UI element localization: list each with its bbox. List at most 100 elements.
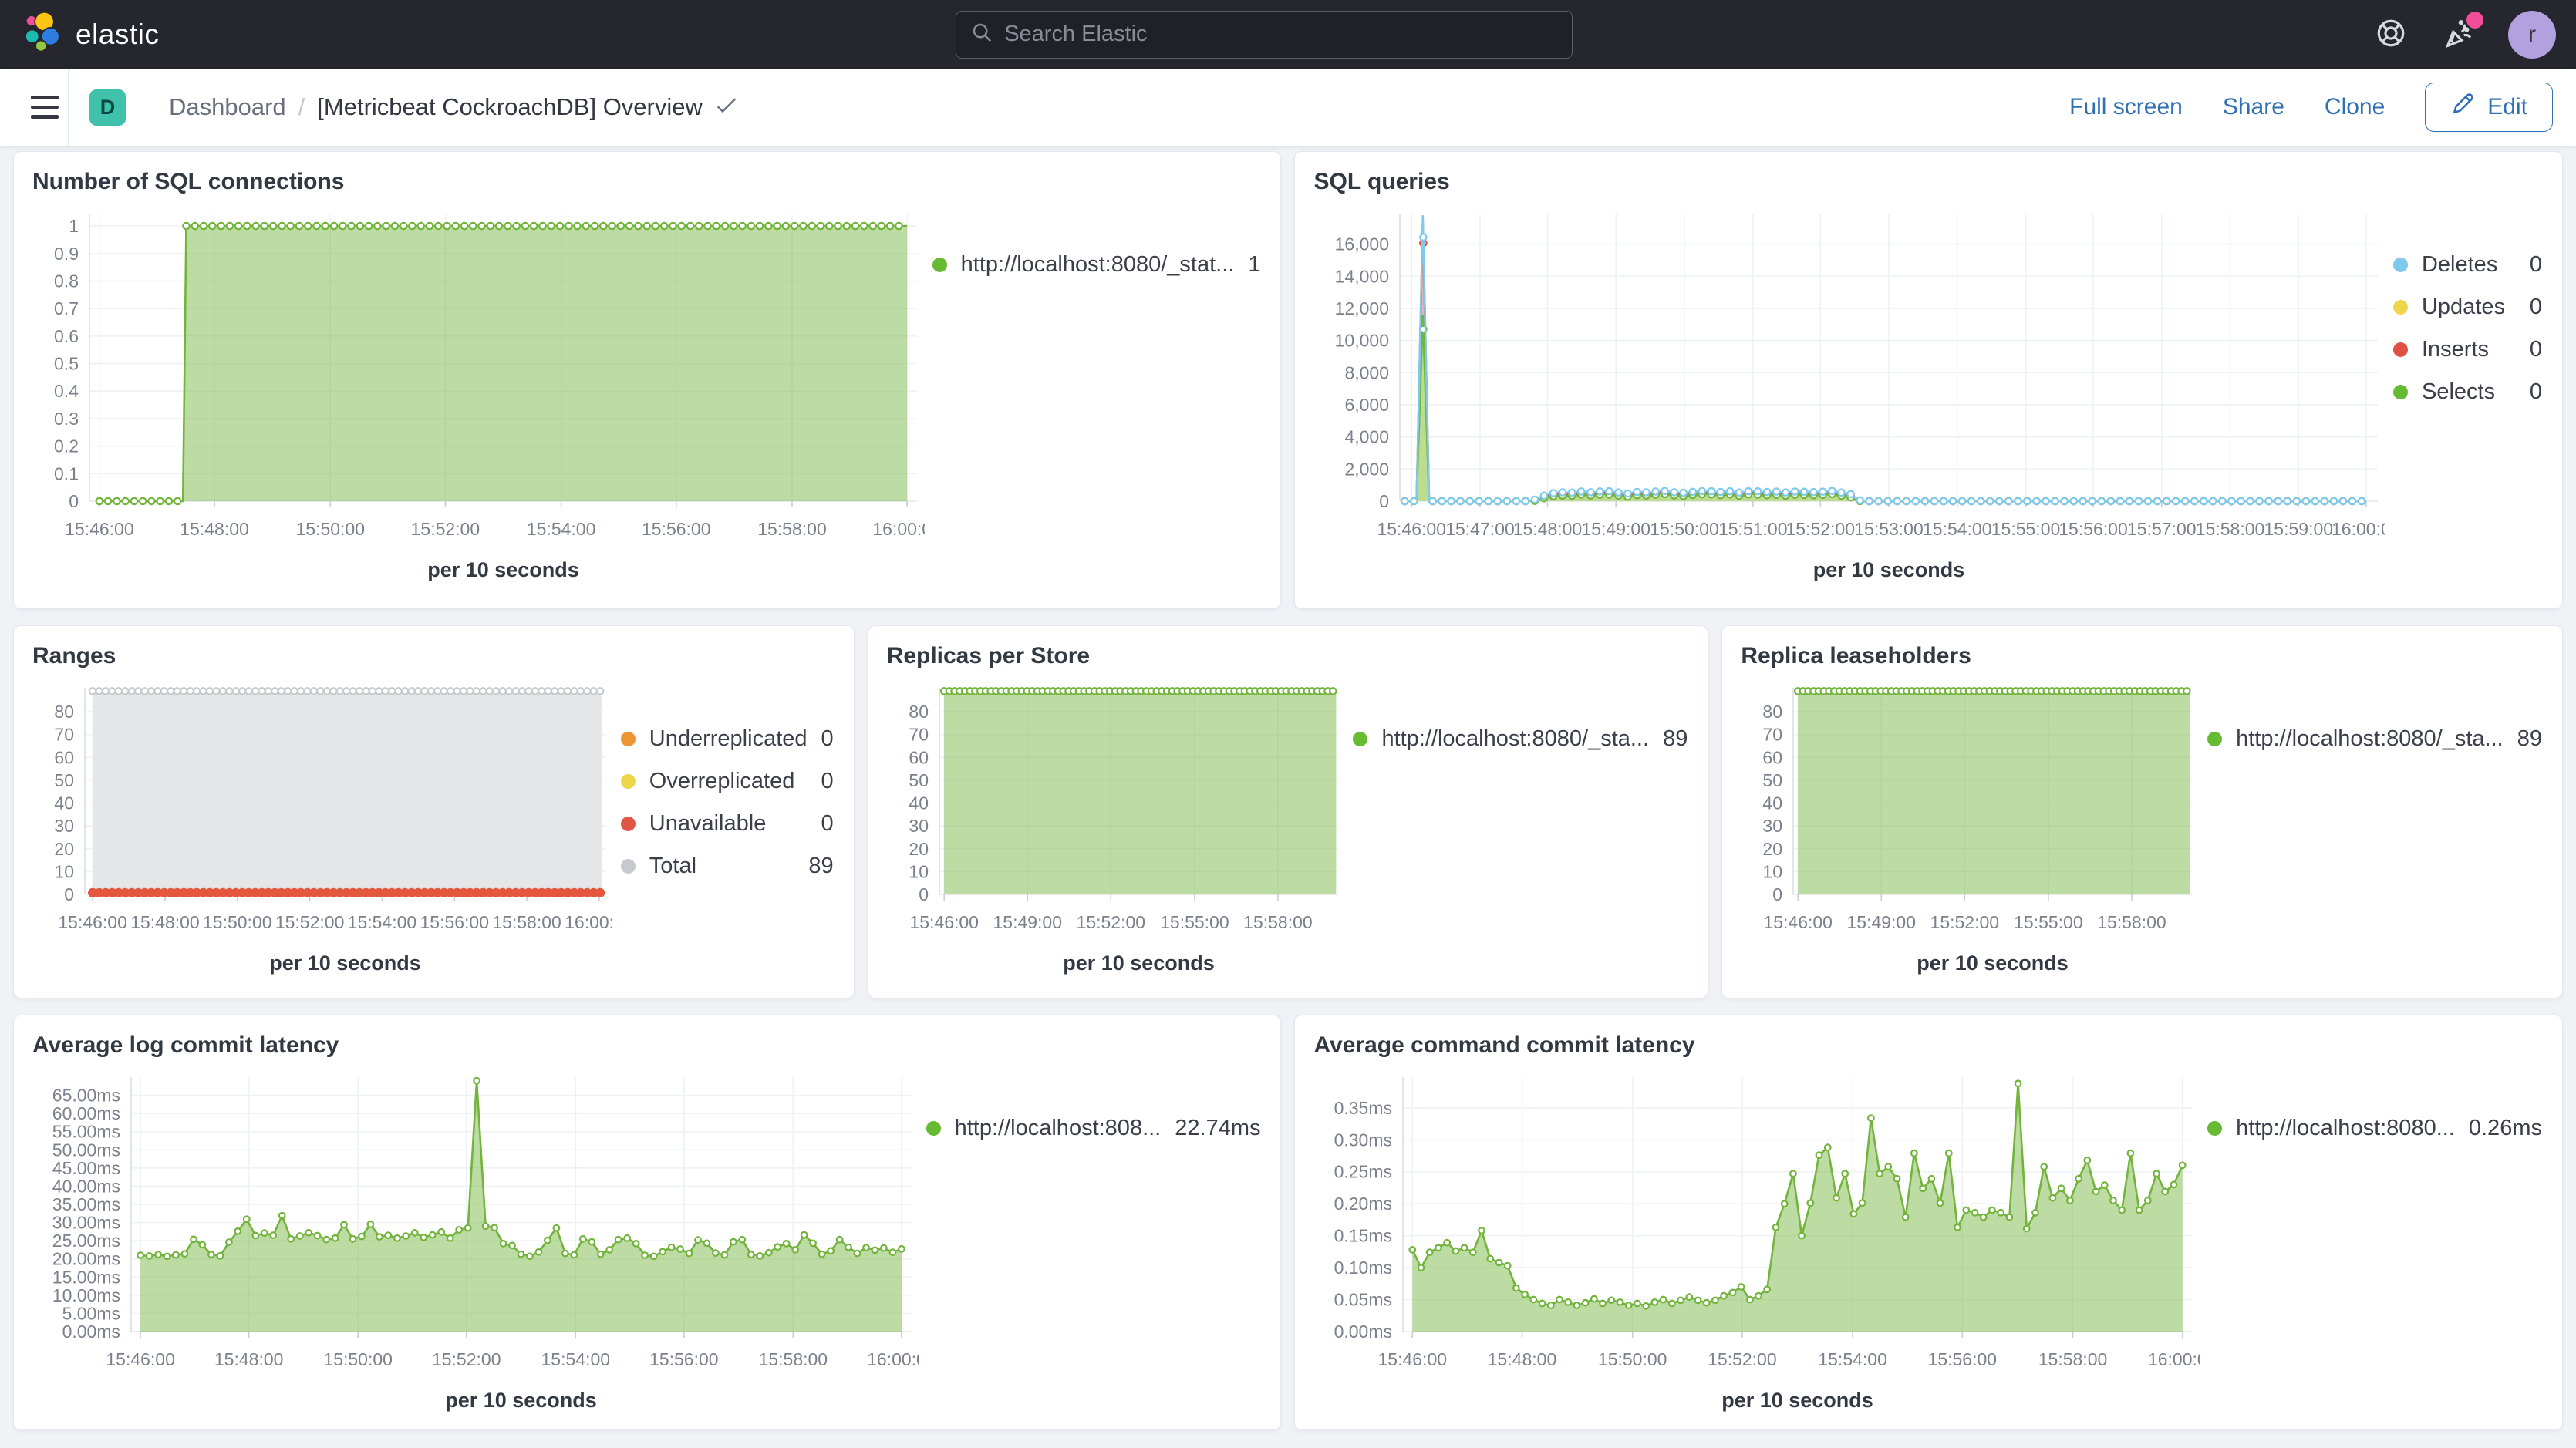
svg-text:0.35ms: 0.35ms [1334, 1098, 1392, 1118]
svg-text:15:46:00: 15:46:00 [65, 519, 134, 539]
chart-replica-leaseholders[interactable]: 0102030405060708015:46:0015:49:0015:52:0… [1741, 677, 2200, 981]
user-avatar[interactable]: r [2508, 11, 2556, 59]
svg-text:15:52:00: 15:52:00 [1076, 912, 1145, 932]
menu-button[interactable] [22, 84, 68, 130]
svg-text:per 10 seconds: per 10 seconds [1722, 1389, 1874, 1412]
svg-text:20: 20 [1763, 839, 1783, 859]
legend-item[interactable]: Overreplicated0 [621, 769, 834, 794]
search-input[interactable] [1004, 22, 1558, 47]
legend-label: http://localhost:8080... [2236, 1116, 2455, 1141]
help-button[interactable] [2369, 13, 2412, 56]
svg-text:15.00ms: 15.00ms [52, 1267, 120, 1287]
legend-dot-icon [621, 774, 636, 789]
svg-text:70: 70 [54, 725, 74, 745]
svg-text:50: 50 [1763, 770, 1783, 790]
space-initial: D [100, 96, 116, 120]
legend-label: http://localhost:808... [955, 1116, 1162, 1141]
svg-text:15:59:00: 15:59:00 [2264, 519, 2334, 539]
svg-text:0.05ms: 0.05ms [1334, 1290, 1392, 1310]
breadcrumb-dashboard-link[interactable]: Dashboard [169, 93, 286, 121]
svg-text:per 10 seconds: per 10 seconds [1917, 951, 2069, 975]
svg-text:0.20ms: 0.20ms [1334, 1194, 1392, 1214]
legend-item[interactable]: Total89 [621, 854, 834, 879]
legend-value: 0 [821, 726, 834, 752]
elastic-logo-link[interactable]: elastic [20, 11, 159, 58]
legend-item[interactable]: http://localhost:808...22.74ms [926, 1116, 1261, 1141]
svg-text:15:55:00: 15:55:00 [1160, 912, 1229, 932]
svg-text:15:48:00: 15:48:00 [180, 519, 249, 539]
clone-button[interactable]: Clone [2325, 94, 2385, 120]
svg-text:30: 30 [54, 816, 74, 836]
legend-dot-icon [2207, 1121, 2222, 1136]
newsfeed-button[interactable] [2439, 13, 2482, 56]
panel-replicas-per-store: Replicas per Store 0102030405060708015:4… [868, 625, 1709, 998]
panel-title: SQL queries [1313, 169, 2544, 195]
full-screen-button[interactable]: Full screen [2069, 94, 2183, 120]
svg-text:15:53:00: 15:53:00 [1855, 519, 1924, 539]
svg-text:15:54:00: 15:54:00 [1819, 1349, 1888, 1369]
legend-label: http://localhost:8080/_stat... [961, 252, 1235, 278]
global-search[interactable] [956, 11, 1573, 59]
legend-dot-icon [621, 732, 636, 746]
svg-text:55.00ms: 55.00ms [52, 1122, 120, 1142]
svg-text:35.00ms: 35.00ms [52, 1194, 120, 1214]
space-selector[interactable]: D [89, 89, 126, 126]
chart-legend: Deletes0 Updates0 Inserts0 Selects0 [2385, 203, 2544, 588]
legend-item[interactable]: Selects0 [2393, 379, 2542, 405]
panel-replica-leaseholders: Replica leaseholders 0102030405060708015… [1721, 625, 2563, 998]
panel-number-of-sql-connections: Number of SQL connections 00.10.20.30.40… [13, 151, 1281, 609]
svg-text:0: 0 [1773, 884, 1783, 904]
chart-ranges[interactable]: 0102030405060708015:46:0015:48:0015:50:0… [32, 677, 613, 981]
legend-dot-icon [621, 859, 636, 874]
legend-item[interactable]: Deletes0 [2393, 252, 2542, 278]
share-button[interactable]: Share [2223, 94, 2284, 120]
legend-item[interactable]: Inserts0 [2393, 337, 2542, 362]
svg-text:40: 40 [1763, 793, 1783, 813]
panel-sql-queries: SQL queries 02,0004,0006,0008,00010,0001… [1294, 151, 2563, 609]
edit-button[interactable]: Edit [2425, 83, 2553, 132]
legend-value: 0 [2530, 295, 2542, 320]
svg-text:10: 10 [1763, 861, 1783, 881]
chart-log-commit-latency[interactable]: 0.00ms5.00ms10.00ms15.00ms20.00ms25.00ms… [32, 1066, 919, 1418]
svg-text:0: 0 [64, 884, 74, 904]
svg-text:2,000: 2,000 [1345, 459, 1390, 479]
hamburger-icon [31, 96, 59, 99]
legend-item[interactable]: http://localhost:8080/_sta...89 [1353, 726, 1688, 752]
svg-text:0: 0 [69, 491, 79, 511]
svg-text:0.7: 0.7 [54, 298, 79, 318]
page-title[interactable]: [Metricbeat CockroachDB] Overview [317, 93, 703, 121]
legend-item[interactable]: Unavailable0 [621, 811, 834, 837]
legend-item[interactable]: Updates0 [2393, 295, 2542, 320]
svg-text:0.6: 0.6 [54, 326, 79, 346]
panel-title: Replica leaseholders [1741, 643, 2544, 669]
svg-text:60.00ms: 60.00ms [52, 1103, 120, 1123]
svg-text:16:00:00: 16:00:00 [872, 519, 925, 539]
svg-text:15:50:00: 15:50:00 [1650, 519, 1720, 539]
legend-value: 0 [2530, 337, 2542, 362]
chart-sql-queries[interactable]: 02,0004,0006,0008,00010,00012,00014,0001… [1313, 203, 2385, 588]
legend-item[interactable]: http://localhost:8080...0.26ms [2207, 1116, 2542, 1141]
svg-text:15:54:00: 15:54:00 [1923, 519, 1992, 539]
legend-item[interactable]: Underreplicated0 [621, 726, 834, 752]
svg-text:0.10ms: 0.10ms [1334, 1258, 1392, 1278]
svg-text:10.00ms: 10.00ms [52, 1285, 120, 1305]
chart-replicas-per-store[interactable]: 0102030405060708015:46:0015:49:0015:52:0… [887, 677, 1346, 981]
legend-dot-icon [2393, 342, 2408, 357]
svg-text:65.00ms: 65.00ms [52, 1086, 120, 1106]
svg-text:0.15ms: 0.15ms [1334, 1226, 1392, 1246]
chart-sql-connections[interactable]: 00.10.20.30.40.50.60.70.80.9115:46:0015:… [32, 203, 925, 588]
svg-text:15:48:00: 15:48:00 [130, 912, 200, 932]
svg-text:15:54:00: 15:54:00 [541, 1349, 611, 1369]
chart-command-commit-latency[interactable]: 0.00ms0.05ms0.10ms0.15ms0.20ms0.25ms0.30… [1313, 1066, 2200, 1418]
svg-text:15:46:00: 15:46:00 [1764, 912, 1833, 932]
svg-text:0.3: 0.3 [54, 409, 79, 429]
legend-label: Total [649, 854, 795, 879]
legend-value: 89 [2517, 726, 2542, 752]
svg-text:0.8: 0.8 [54, 271, 79, 291]
legend-item[interactable]: http://localhost:8080/_sta...89 [2207, 726, 2542, 752]
legend-item[interactable]: http://localhost:8080/_stat...1 [932, 252, 1261, 278]
chart-legend: http://localhost:8080/_stat...1 [925, 203, 1263, 588]
svg-text:15:51:00: 15:51:00 [1718, 519, 1788, 539]
svg-text:10,000: 10,000 [1335, 331, 1389, 351]
legend-value: 0 [821, 811, 834, 837]
